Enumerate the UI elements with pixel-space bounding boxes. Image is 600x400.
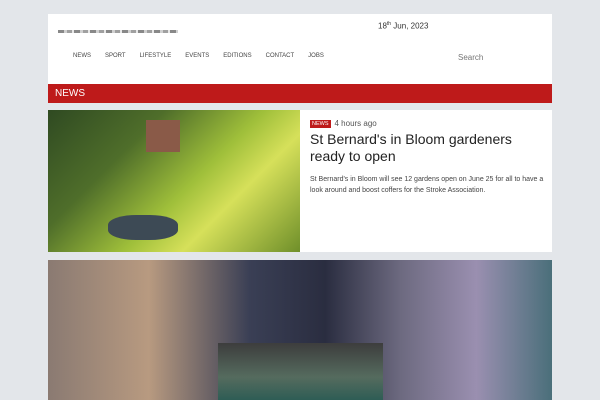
date-rest: Jun, 2023	[391, 21, 429, 31]
nav-sport[interactable]: SPORT	[105, 53, 126, 59]
article-title[interactable]: St Bernard's in Bloom gardeners ready to…	[310, 131, 548, 165]
nav-jobs[interactable]: JOBS	[308, 53, 324, 59]
featured-article[interactable]: NEWS 4 hours ago St Bernard's in Bloom ga…	[48, 110, 552, 252]
main-nav: NEWS SPORT LIFESTYLE EVENTS EDITIONS CON…	[73, 53, 324, 59]
category-badge[interactable]: NEWS	[310, 119, 331, 128]
site-logo[interactable]	[58, 30, 178, 33]
current-date: 18th Jun, 2023	[378, 21, 428, 31]
search-input[interactable]	[456, 52, 520, 63]
section-title: NEWS	[48, 84, 552, 103]
site-header: 18th Jun, 2023 NEWS SPORT LIFESTYLE EVEN…	[48, 14, 552, 84]
article-photo[interactable]	[218, 343, 383, 400]
nav-news[interactable]: NEWS	[73, 53, 91, 59]
nav-lifestyle[interactable]: LIFESTYLE	[140, 53, 172, 59]
date-day: 18	[378, 21, 387, 31]
article-image[interactable]	[48, 110, 300, 252]
second-article-image[interactable]	[48, 260, 552, 400]
nav-events[interactable]: EVENTS	[185, 53, 209, 59]
article-summary: St Bernard's in Bloom will see 12 garden…	[310, 176, 544, 194]
nav-contact[interactable]: CONTACT	[266, 53, 295, 59]
article-meta: NEWS 4 hours ago	[310, 119, 377, 128]
article-time: 4 hours ago	[334, 119, 377, 128]
nav-editions[interactable]: EDITIONS	[223, 53, 251, 59]
